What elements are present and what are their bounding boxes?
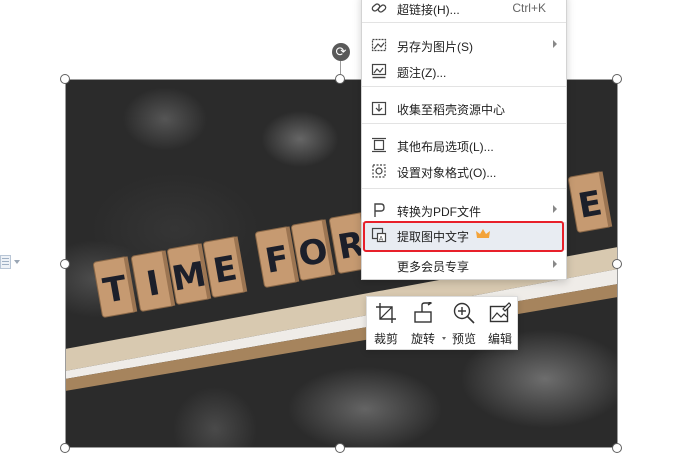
menu-item-layout-options[interactable]: 其他布局选项(L)... [362, 132, 566, 158]
letter-tile: E [568, 171, 613, 233]
resize-handle-top-left[interactable] [60, 74, 70, 84]
paragraph-layout-icon[interactable] [0, 254, 22, 272]
resize-handle-bottom[interactable] [335, 443, 345, 453]
document-icon [0, 255, 11, 269]
menu-item-shortcut: Ctrl+K [512, 1, 546, 15]
layout-icon [372, 137, 386, 153]
save-image-icon [371, 38, 387, 52]
menu-item-label: 题注(Z)... [397, 66, 447, 80]
format-object-icon [372, 164, 386, 178]
menu-item-caption[interactable]: 题注(Z)... [362, 58, 566, 84]
rotate-stem [340, 61, 341, 74]
collect-icon [371, 101, 387, 116]
resize-handle-bottom-right[interactable] [612, 443, 622, 453]
menu-separator [362, 188, 566, 189]
rotate-label: 旋转 [410, 332, 435, 346]
menu-item-convert-pdf[interactable]: 转换为PDF文件 [362, 197, 566, 223]
submenu-arrow-icon [553, 40, 557, 48]
pdf-icon [374, 203, 385, 217]
menu-item-label: 转换为PDF文件 [397, 205, 482, 219]
menu-item-label: 超链接(H)... [397, 3, 460, 17]
menu-item-label: 收集至稻壳资源中心 [397, 103, 506, 117]
letter-tile: O [291, 219, 336, 281]
edit-button[interactable]: 编辑 [482, 297, 518, 349]
menu-item-save-as-image[interactable]: 另存为图片(S) [362, 32, 566, 58]
letter-tile: T [93, 256, 138, 318]
letter-tile: E [203, 236, 248, 298]
resize-handle-right[interactable] [612, 259, 622, 269]
rotate-icon [414, 302, 433, 323]
menu-item-more-member[interactable]: 更多会员专享 [362, 252, 566, 278]
zoom-in-icon [453, 302, 475, 324]
menu-item-label: 其他布局选项(L)... [397, 140, 494, 154]
rotate-handle-icon[interactable]: ⟳ [332, 43, 350, 61]
menu-item-format-object[interactable]: 设置对象格式(O)... [362, 158, 566, 184]
menu-separator [362, 123, 566, 124]
menu-separator [362, 86, 566, 87]
submenu-arrow-icon [553, 260, 557, 268]
resize-handle-bottom-left[interactable] [60, 443, 70, 453]
menu-item-label: 更多会员专享 [397, 260, 470, 274]
edit-label: 编辑 [487, 332, 512, 346]
crop-icon [376, 303, 396, 323]
crop-button[interactable]: 裁剪 [368, 297, 404, 349]
link-icon [371, 3, 387, 13]
picture-quick-toolbar: 裁剪 旋转 预览 编辑 [366, 296, 518, 350]
rotate-button[interactable]: 旋转 [405, 297, 446, 349]
highlight-box [363, 221, 564, 252]
preview-button[interactable]: 预览 [446, 297, 482, 349]
crop-label: 裁剪 [373, 332, 398, 346]
preview-label: 预览 [451, 332, 476, 346]
resize-handle-top-right[interactable] [612, 74, 622, 84]
edit-image-icon [489, 302, 511, 323]
menu-item-label: 另存为图片(S) [397, 40, 473, 54]
resize-handle-top[interactable] [335, 74, 345, 84]
menu-item-hyperlink[interactable]: 超链接(H)... Ctrl+K [362, 0, 566, 21]
svg-text:M: M [169, 254, 209, 299]
menu-item-collect-resource[interactable]: 收集至稻壳资源中心 [362, 95, 566, 121]
caret-down-icon [14, 260, 20, 264]
caption-icon [371, 63, 387, 79]
resize-handle-left[interactable] [60, 259, 70, 269]
menu-separator [362, 22, 566, 23]
submenu-arrow-icon [553, 205, 557, 213]
menu-item-label: 设置对象格式(O)... [397, 166, 497, 180]
